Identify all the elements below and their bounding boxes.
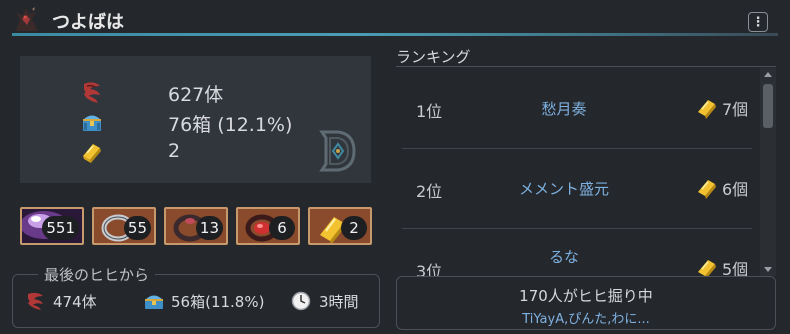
- rank-count: 5個: [696, 256, 748, 276]
- avatar: [16, 7, 38, 31]
- kills-value: 627体: [168, 84, 224, 106]
- rank-player-link[interactable]: るな: [506, 246, 622, 267]
- since-last-title: 最後のヒヒから: [38, 264, 156, 285]
- list-item: 2位 メメント盛元 6個: [396, 148, 760, 229]
- tile-count: 6: [269, 216, 295, 240]
- scroll-up-arrow-icon[interactable]: [764, 72, 772, 77]
- rank-count-value: 7個: [722, 100, 749, 119]
- stat-kills: 627体: [20, 78, 371, 106]
- chest-icon: [83, 115, 101, 131]
- tile-count: 55: [123, 216, 151, 240]
- rank-position: 2位: [416, 182, 443, 201]
- since-chests-value: 56箱(11.8%): [171, 292, 265, 311]
- rank-count: 6個: [696, 176, 748, 200]
- tile-count: 2: [341, 216, 367, 240]
- since-time: 3時間: [290, 290, 359, 312]
- gold-ingot-icon: [698, 260, 716, 276]
- monster-icon: [28, 292, 43, 310]
- stats-panel: 627体 76箱 (12.1%) 2: [20, 56, 371, 183]
- gold-ingot-icon: [698, 100, 716, 119]
- tile-count: 13: [195, 216, 223, 240]
- gold-ingot-icon: [698, 180, 716, 199]
- clock-icon: [291, 291, 311, 311]
- item-tiles: 551 55 13 6 2: [20, 207, 372, 245]
- ranking-divider: [396, 66, 776, 67]
- ranking-list[interactable]: 1位 愁月奏 7個 2位 メメント盛元 6個 3位 るな 5個: [396, 68, 760, 276]
- ranking-title: ランキング: [396, 48, 471, 66]
- tile-gold-ingot[interactable]: 2: [308, 207, 372, 245]
- gold-ingot-icon: [83, 144, 101, 163]
- ranking-scrollbar[interactable]: [760, 68, 776, 276]
- list-item: 3位 るな 5個: [396, 228, 760, 276]
- tile-purple-orb[interactable]: 551: [20, 207, 84, 245]
- kebab-menu-icon[interactable]: ⋮: [748, 12, 768, 32]
- tile-red-ring[interactable]: 6: [236, 207, 300, 245]
- chest-icon: [145, 295, 163, 309]
- chests-value: 76箱 (12.1%): [168, 114, 293, 136]
- rank-player-link[interactable]: メメント盛元: [506, 178, 622, 199]
- gold-value: 2: [168, 140, 181, 162]
- header-underline: [12, 33, 778, 36]
- online-names-link[interactable]: TiYayA,ぴんた,わに...: [397, 308, 775, 327]
- since-time-value: 3時間: [319, 292, 359, 311]
- online-count: 170人がヒヒ掘り中: [519, 287, 653, 305]
- scroll-thumb[interactable]: [763, 84, 773, 128]
- scroll-down-arrow-icon[interactable]: [764, 267, 772, 272]
- online-players-box: 170人がヒヒ掘り中 TiYayA,ぴんた,わに...: [396, 276, 776, 330]
- tile-silver-ring[interactable]: 55: [92, 207, 156, 245]
- rank-player-link[interactable]: 愁月奏: [506, 98, 622, 119]
- list-item: 1位 愁月奏 7個: [396, 68, 760, 149]
- d-emblem-logo: [319, 130, 356, 172]
- header: つよばは ⋮: [0, 0, 790, 40]
- page-title: つよばは: [52, 12, 124, 33]
- rank-count-value: 5個: [722, 260, 749, 276]
- monster-icon: [84, 82, 100, 103]
- tile-count: 551: [42, 216, 79, 240]
- since-kills-value: 474体: [53, 292, 97, 311]
- rank-position: 3位: [416, 262, 443, 276]
- rank-count-value: 6個: [722, 180, 749, 199]
- since-kills: 474体: [24, 290, 97, 312]
- rank-count: 7個: [696, 96, 748, 120]
- rank-position: 1位: [416, 102, 443, 121]
- since-chests: 56箱(11.8%): [142, 290, 264, 312]
- tile-dark-ring[interactable]: 13: [164, 207, 228, 245]
